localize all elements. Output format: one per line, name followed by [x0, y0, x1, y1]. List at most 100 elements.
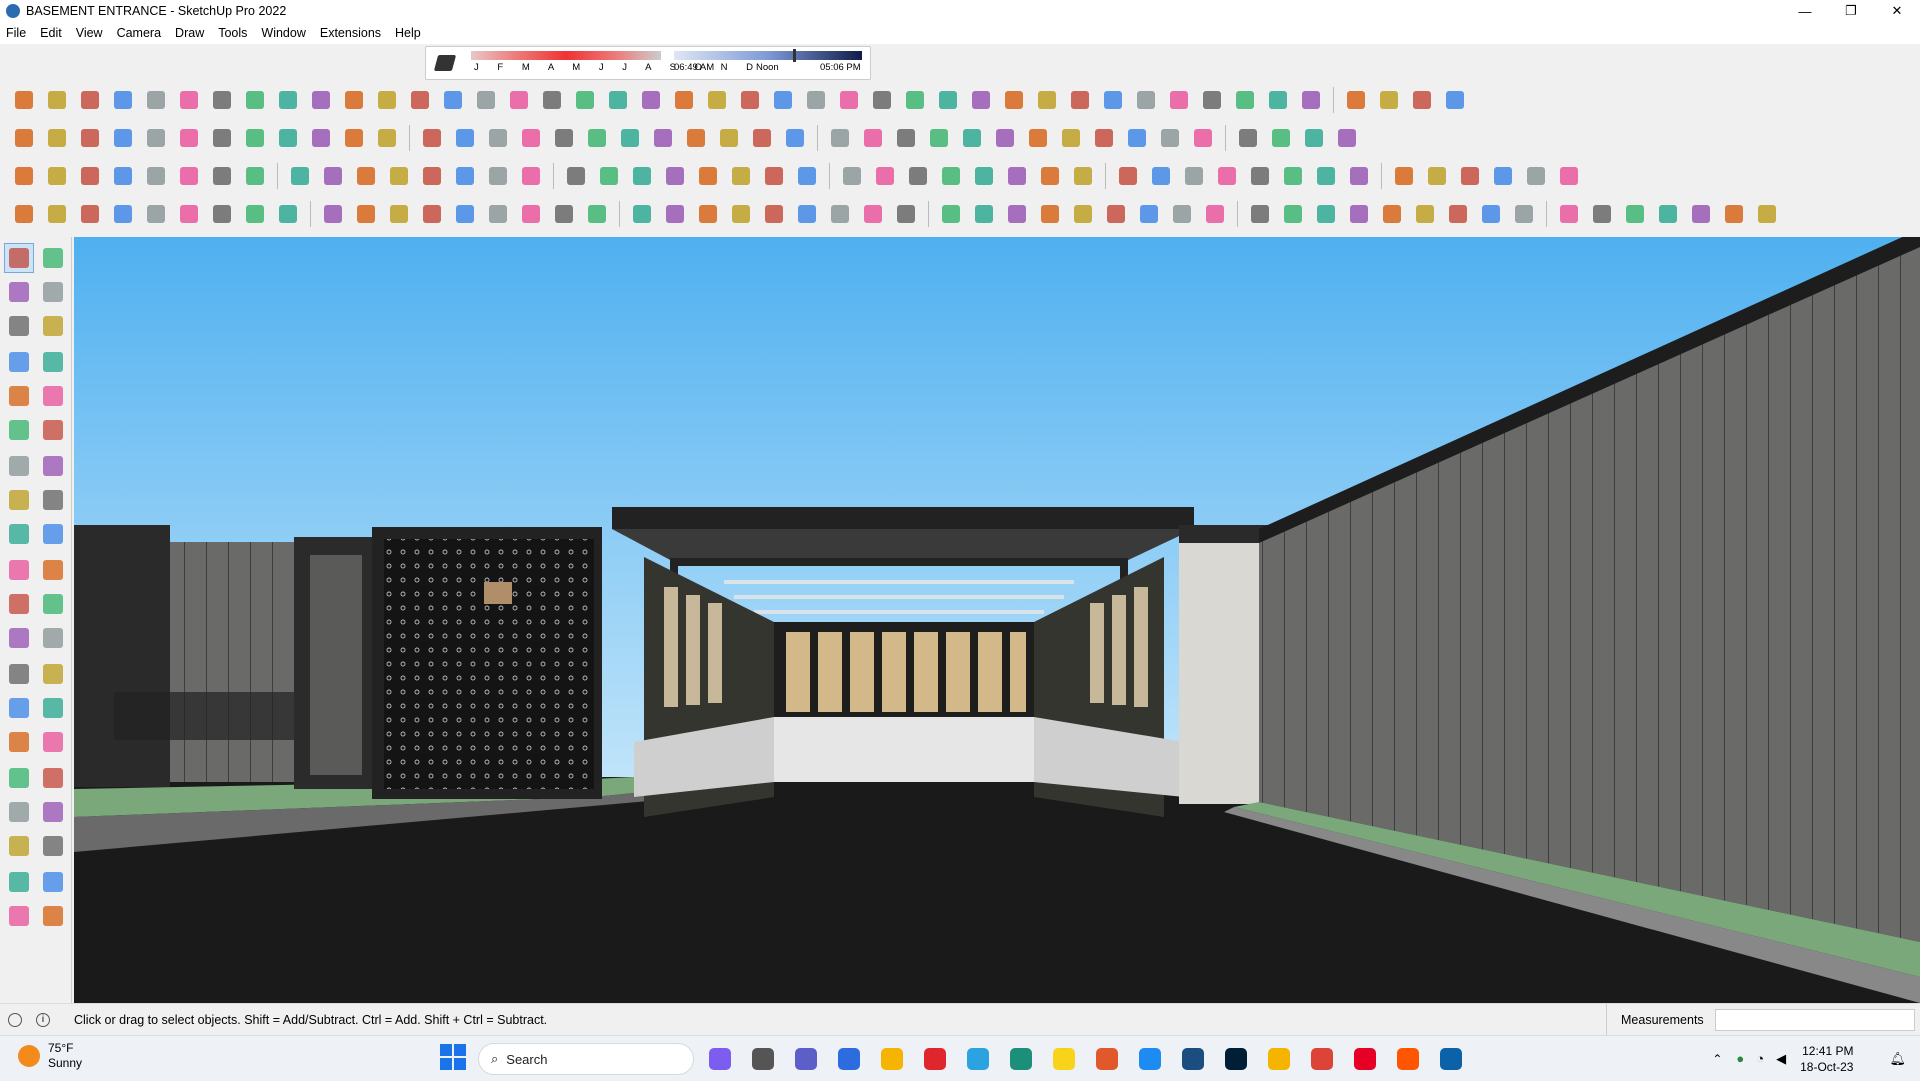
row4-tool-38-icon[interactable] [1279, 200, 1307, 228]
row2-tool-6-icon[interactable] [175, 124, 203, 152]
info-icon[interactable]: i [36, 1012, 50, 1027]
row4-tool-30-icon[interactable] [1003, 200, 1031, 228]
row2-tool-3-icon[interactable] [76, 124, 104, 152]
row3-tool-39-icon[interactable] [1312, 162, 1340, 190]
row3-tool-2-icon[interactable] [43, 162, 71, 190]
row2-tool-1-icon[interactable] [10, 124, 38, 152]
row3-tool-38-icon[interactable] [1279, 162, 1307, 190]
row2-tool-8-icon[interactable] [241, 124, 269, 152]
row4-tool-50-icon[interactable] [1687, 200, 1715, 228]
row4-tool-27-icon[interactable] [892, 200, 920, 228]
menu-camera[interactable]: Camera [117, 26, 161, 40]
left-tool-30-icon[interactable] [38, 727, 68, 757]
row3-tool-12-icon[interactable] [385, 162, 413, 190]
row1-tool-19-icon[interactable] [604, 86, 632, 114]
left-tool-13-icon[interactable] [4, 451, 34, 481]
row4-tool-4-icon[interactable] [109, 200, 137, 228]
measurements-input[interactable] [1715, 1009, 1915, 1031]
row4-tool-14-icon[interactable] [451, 200, 479, 228]
row4-tool-22-icon[interactable] [727, 200, 755, 228]
row4-tool-51-icon[interactable] [1720, 200, 1748, 228]
row2-tool-23-icon[interactable] [748, 124, 776, 152]
row1-tool-11-icon[interactable] [340, 86, 368, 114]
menu-draw[interactable]: Draw [175, 26, 204, 40]
row2-tool-9-icon[interactable] [274, 124, 302, 152]
row3-tool-10-icon[interactable] [319, 162, 347, 190]
notification-bell-icon[interactable]: 🔔︎ [1889, 1051, 1906, 1067]
left-tool-17-icon[interactable] [4, 519, 34, 549]
left-tool-33-icon[interactable] [4, 797, 34, 827]
maximize-button[interactable]: ❐ [1828, 0, 1874, 22]
row2-tool-37-icon[interactable] [1234, 124, 1262, 152]
row2-tool-40-icon[interactable] [1333, 124, 1361, 152]
row4-tool-23-icon[interactable] [760, 200, 788, 228]
row1-tool-4-icon[interactable] [109, 86, 137, 114]
row3-tool-17-icon[interactable] [562, 162, 590, 190]
row1-tool-29-icon[interactable] [934, 86, 962, 114]
row1-tool-20-icon[interactable] [637, 86, 665, 114]
row1-tool-8-icon[interactable] [241, 86, 269, 114]
row3-tool-30-icon[interactable] [1003, 162, 1031, 190]
row4-tool-6-icon[interactable] [175, 200, 203, 228]
drive-icon[interactable] [1265, 1045, 1293, 1073]
row4-tool-43-icon[interactable] [1444, 200, 1472, 228]
row3-tool-45-icon[interactable] [1522, 162, 1550, 190]
wifi-icon[interactable]: ◔ [1756, 1051, 1764, 1066]
left-tool-9-icon[interactable] [4, 381, 34, 411]
row3-tool-8-icon[interactable] [241, 162, 269, 190]
left-tool-39-icon[interactable] [4, 901, 34, 931]
row4-tool-39-icon[interactable] [1312, 200, 1340, 228]
row2-tool-32-icon[interactable] [1057, 124, 1085, 152]
row3-tool-23-icon[interactable] [760, 162, 788, 190]
row4-tool-45-icon[interactable] [1510, 200, 1538, 228]
grammarly-icon[interactable] [1093, 1045, 1121, 1073]
row4-tool-42-icon[interactable] [1411, 200, 1439, 228]
menu-help[interactable]: Help [395, 26, 421, 40]
row2-tool-29-icon[interactable] [958, 124, 986, 152]
weather-widget[interactable]: 75°F Sunny [18, 1041, 82, 1071]
row1-tool-28-icon[interactable] [901, 86, 929, 114]
row2-tool-27-icon[interactable] [892, 124, 920, 152]
row3-tool-9-icon[interactable] [286, 162, 314, 190]
row4-tool-44-icon[interactable] [1477, 200, 1505, 228]
row3-tool-33-icon[interactable] [1114, 162, 1142, 190]
menu-tools[interactable]: Tools [218, 26, 247, 40]
left-tool-10-icon[interactable] [38, 381, 68, 411]
row1-tool-24-icon[interactable] [769, 86, 797, 114]
row4-tool-9-icon[interactable] [274, 200, 302, 228]
row1-tool-7-icon[interactable] [208, 86, 236, 114]
row2-tool-15-icon[interactable] [484, 124, 512, 152]
row3-tool-11-icon[interactable] [352, 162, 380, 190]
row1-tool-3-icon[interactable] [76, 86, 104, 114]
row1-tool-35-icon[interactable] [1132, 86, 1160, 114]
left-tool-20-icon[interactable] [38, 555, 68, 585]
row2-tool-2-icon[interactable] [43, 124, 71, 152]
row2-tool-19-icon[interactable] [616, 124, 644, 152]
row4-tool-28-icon[interactable] [937, 200, 965, 228]
row4-tool-24-icon[interactable] [793, 200, 821, 228]
row4-tool-13-icon[interactable] [418, 200, 446, 228]
row3-tool-21-icon[interactable] [694, 162, 722, 190]
row2-tool-34-icon[interactable] [1123, 124, 1151, 152]
row1-tool-37-icon[interactable] [1198, 86, 1226, 114]
row2-tool-7-icon[interactable] [208, 124, 236, 152]
row1-tool-33-icon[interactable] [1066, 86, 1094, 114]
row2-tool-16-icon[interactable] [517, 124, 545, 152]
volume-icon[interactable]: ◀ [1776, 1051, 1786, 1067]
opera-icon[interactable] [921, 1045, 949, 1073]
row1-tool-21-icon[interactable] [670, 86, 698, 114]
row4-tool-16-icon[interactable] [517, 200, 545, 228]
row4-tool-21-icon[interactable] [694, 200, 722, 228]
row1-tool-34-icon[interactable] [1099, 86, 1127, 114]
pinterest-icon[interactable] [1351, 1045, 1379, 1073]
left-tool-26-icon[interactable] [38, 659, 68, 689]
row2-tool-38-icon[interactable] [1267, 124, 1295, 152]
row1-tool-38-icon[interactable] [1231, 86, 1259, 114]
left-tool-29-icon[interactable] [4, 727, 34, 757]
left-tool-27-icon[interactable] [4, 693, 34, 723]
row4-tool-20-icon[interactable] [661, 200, 689, 228]
left-tool-25-icon[interactable] [4, 659, 34, 689]
row2-tool-30-icon[interactable] [991, 124, 1019, 152]
left-tool-3-icon[interactable] [4, 277, 34, 307]
row2-tool-25-icon[interactable] [826, 124, 854, 152]
